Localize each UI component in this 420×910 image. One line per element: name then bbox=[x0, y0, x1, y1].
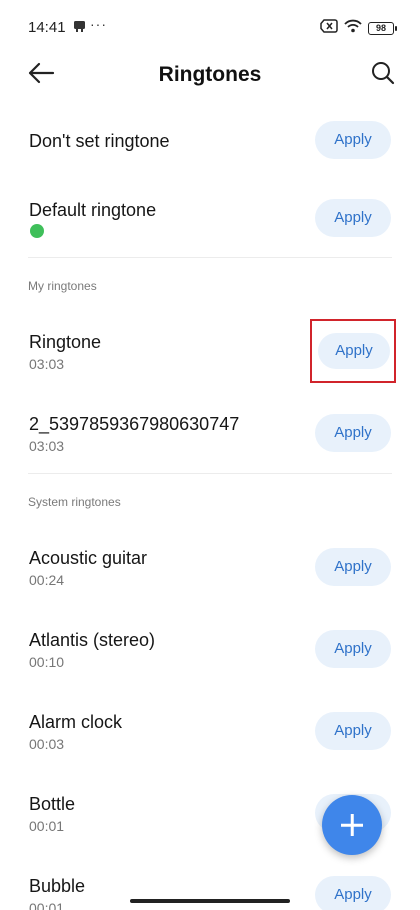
wifi-icon bbox=[344, 19, 362, 38]
item-duration: 00:01 bbox=[29, 818, 65, 834]
status-time: 14:41 bbox=[28, 19, 66, 36]
list-item-acoustic-guitar[interactable]: Acoustic guitar 00:24 Apply bbox=[0, 531, 420, 603]
item-title: 2_5397859367980630747 bbox=[29, 414, 240, 434]
list-item-dont-set-ringtone[interactable]: Don't set ringtone Apply bbox=[0, 104, 420, 176]
app-bar: Ringtones bbox=[0, 50, 420, 96]
apply-button[interactable]: Apply bbox=[315, 712, 391, 750]
highlight-box bbox=[310, 319, 396, 383]
list-item-default-ringtone[interactable]: Default ringtone Apply bbox=[0, 182, 420, 254]
list-item-2-5397859367980630747[interactable]: 2_5397859367980630747 03:03 Apply bbox=[0, 397, 420, 469]
apply-button[interactable]: Apply bbox=[315, 414, 391, 452]
item-title: Acoustic guitar bbox=[29, 548, 148, 568]
item-title: Bottle bbox=[29, 794, 76, 814]
apply-button[interactable]: Apply bbox=[315, 199, 391, 237]
item-duration: 00:03 bbox=[29, 736, 65, 752]
item-title: Bubble bbox=[29, 876, 86, 896]
apply-button[interactable]: Apply bbox=[315, 876, 391, 910]
list-item-atlantis-stereo[interactable]: Atlantis (stereo) 00:10 Apply bbox=[0, 613, 420, 685]
section-label-system-ringtones: System ringtones bbox=[28, 495, 121, 509]
apply-button[interactable]: Apply bbox=[315, 121, 391, 159]
divider bbox=[28, 473, 392, 474]
battery-icon: 98 bbox=[368, 22, 397, 35]
page-title: Ringtones bbox=[158, 63, 262, 86]
list-item-alarm-clock[interactable]: Alarm clock 00:03 Apply bbox=[0, 695, 420, 767]
item-duration: 00:24 bbox=[29, 572, 65, 588]
status-bar: 14:41 ··· 98 bbox=[0, 0, 420, 56]
item-duration: 00:10 bbox=[29, 654, 65, 670]
divider bbox=[28, 257, 392, 258]
add-ringtone-fab[interactable] bbox=[322, 795, 382, 855]
item-title: Alarm clock bbox=[29, 712, 123, 732]
apply-button[interactable]: Apply bbox=[315, 548, 391, 586]
sim-off-icon bbox=[320, 19, 338, 38]
search-icon[interactable] bbox=[370, 60, 396, 86]
apply-button[interactable]: Apply bbox=[315, 630, 391, 668]
item-title: Default ringtone bbox=[29, 200, 157, 220]
notification-icon bbox=[73, 20, 86, 38]
item-duration: 03:03 bbox=[29, 438, 65, 454]
home-indicator[interactable] bbox=[130, 899, 290, 903]
item-title: Don't set ringtone bbox=[29, 131, 170, 151]
item-duration: 03:03 bbox=[29, 356, 65, 372]
item-duration: 00:01 bbox=[29, 900, 65, 910]
more-notifications-indicator: ··· bbox=[90, 16, 107, 32]
item-title: Ringtone bbox=[29, 332, 102, 352]
section-label-my-ringtones: My ringtones bbox=[28, 279, 97, 293]
status-icons: 98 bbox=[320, 19, 397, 38]
whatsapp-icon bbox=[30, 224, 44, 238]
item-title: Atlantis (stereo) bbox=[29, 630, 156, 650]
